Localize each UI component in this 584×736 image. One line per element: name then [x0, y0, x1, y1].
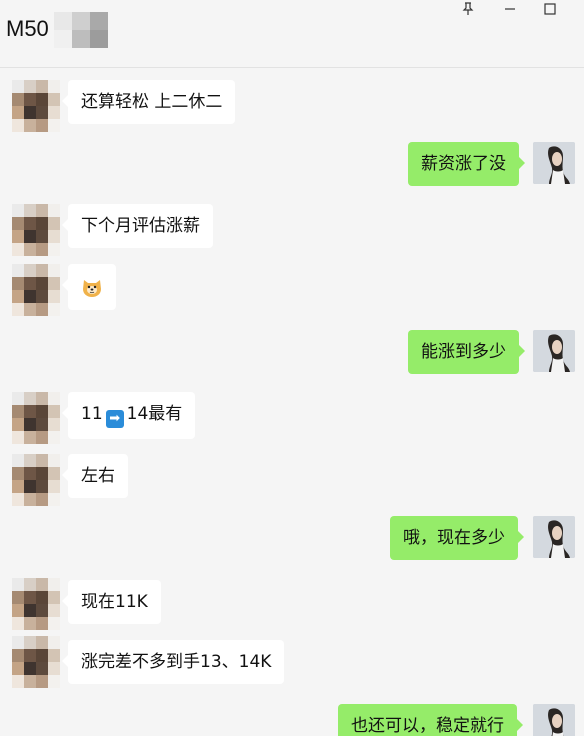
pin-icon[interactable]	[448, 0, 488, 18]
my-avatar[interactable]	[533, 330, 575, 372]
minimize-icon[interactable]	[490, 0, 530, 18]
contact-avatar[interactable]	[12, 204, 60, 256]
message-bubble[interactable]: 左右	[62, 454, 128, 498]
my-avatar[interactable]	[533, 704, 575, 736]
message-text: 11	[81, 404, 103, 424]
message-bubble[interactable]	[62, 264, 116, 310]
my-avatar[interactable]	[533, 516, 575, 558]
message-bubble[interactable]: 也还可以，稳定就行	[338, 704, 523, 736]
contact-avatar[interactable]	[12, 264, 60, 316]
message-bubble[interactable]: 现在11K	[62, 580, 161, 624]
title-blur	[54, 12, 108, 48]
my-avatar[interactable]	[533, 142, 575, 184]
message-bubble[interactable]: 能涨到多少	[408, 330, 525, 374]
right-arrow-emoji: ➡	[105, 410, 124, 428]
message-bubble[interactable]: 薪资涨了没	[408, 142, 525, 186]
chat-header: M50	[0, 0, 584, 68]
contact-avatar[interactable]	[12, 636, 60, 688]
message-bubble[interactable]: 涨完差不多到手13、14K	[61, 640, 285, 684]
contact-avatar[interactable]	[12, 80, 60, 132]
chat-title: M50	[6, 16, 49, 41]
maximize-icon[interactable]	[530, 0, 570, 18]
message-bubble[interactable]: 还算轻松 上二休二	[61, 80, 236, 124]
message-text: 14最有	[126, 404, 183, 424]
contact-avatar[interactable]	[12, 392, 60, 444]
message-bubble[interactable]: 下个月评估涨薪	[62, 204, 213, 248]
contact-avatar[interactable]	[12, 454, 60, 506]
contact-avatar[interactable]	[12, 578, 60, 630]
doge-emoji	[83, 280, 101, 297]
message-bubble[interactable]: 11 ➡ 14最有	[61, 392, 196, 439]
message-bubble[interactable]: 哦，现在多少	[390, 516, 524, 560]
